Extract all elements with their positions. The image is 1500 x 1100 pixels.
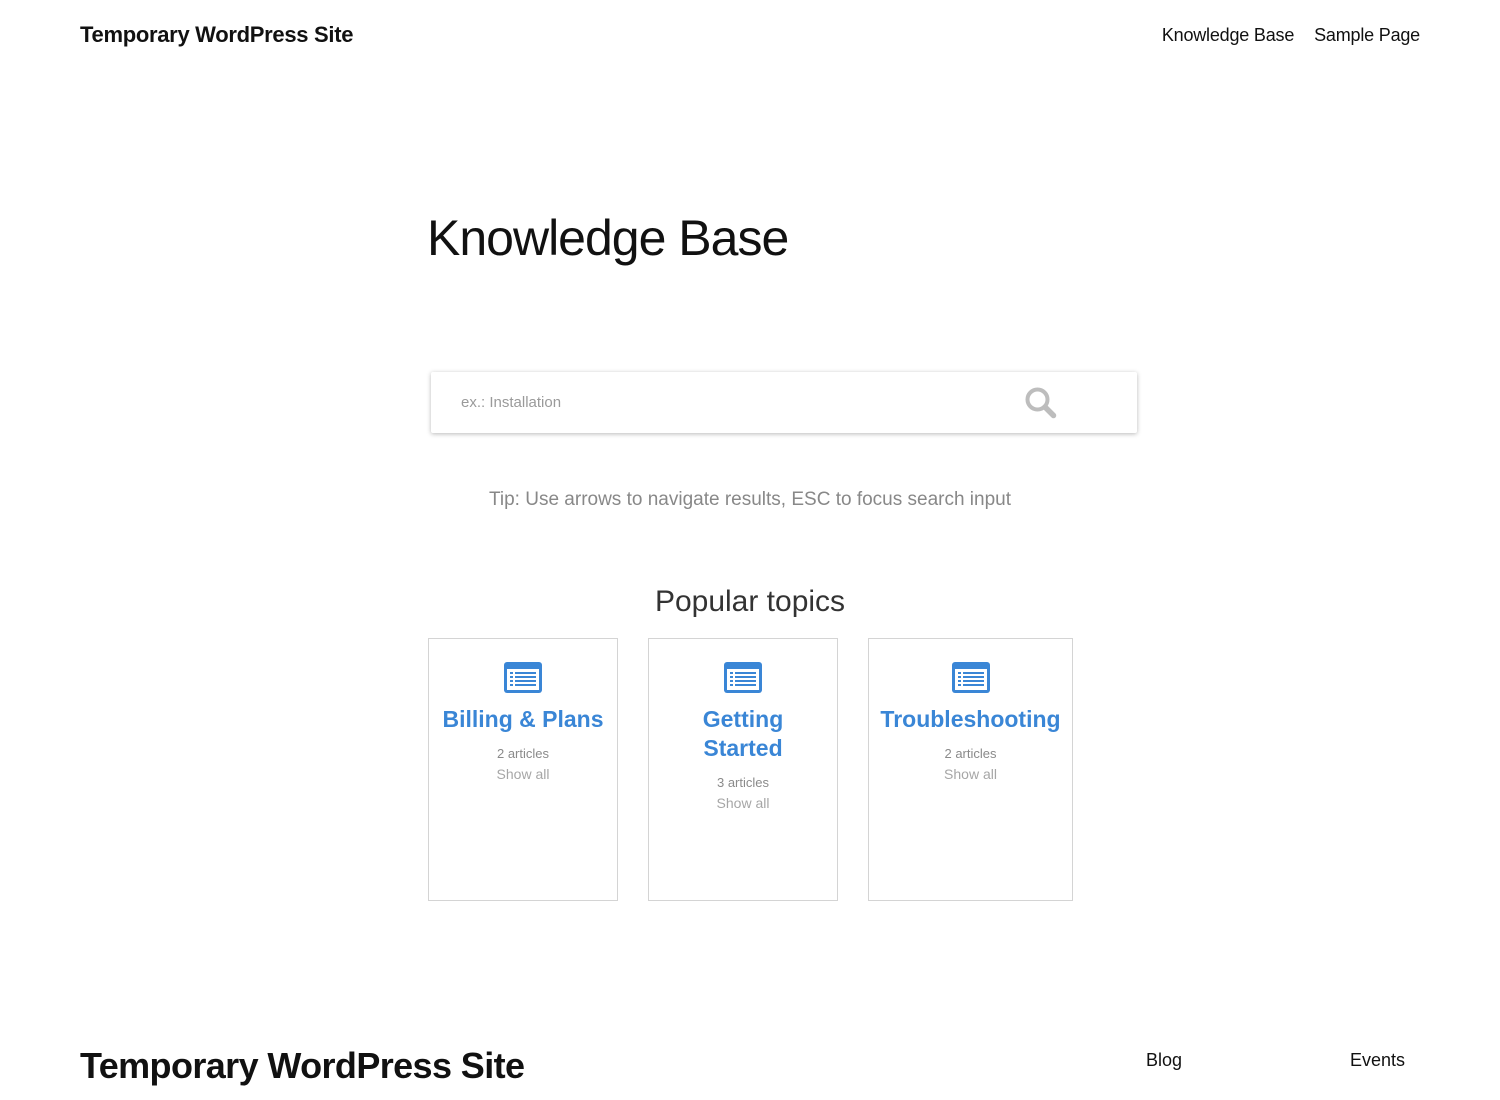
search-tip: Tip: Use arrows to navigate results, ESC… [488, 489, 1012, 510]
footer-link-blog[interactable]: Blog [1146, 1047, 1182, 1073]
document-list-icon [724, 662, 762, 693]
popular-topics-heading: Popular topics [654, 585, 846, 618]
search-box [431, 372, 1137, 433]
topic-card-troubleshooting: Troubleshooting 2 articles Show all [868, 638, 1073, 901]
document-list-icon [504, 662, 542, 693]
topic-title-link[interactable]: Getting Started [693, 705, 793, 763]
article-count: 2 articles [944, 746, 997, 761]
show-all-link[interactable]: Show all [429, 765, 617, 784]
article-count: 2 articles [496, 746, 550, 761]
search-input[interactable] [431, 372, 991, 433]
topic-title-link[interactable]: Troubleshooting [879, 705, 1062, 734]
topic-card-getting-started: Getting Started 3 articles Show all [648, 638, 838, 901]
article-count: 3 articles [716, 775, 770, 790]
show-all-link[interactable]: Show all [869, 765, 1072, 784]
page: Temporary WordPress Site Knowledge Base … [0, 0, 1500, 1100]
document-list-icon [951, 662, 990, 693]
footer-link-events[interactable]: Events [1350, 1047, 1405, 1073]
topic-card-billing: Billing & Plans 2 articles Show all [428, 638, 618, 901]
show-all-link[interactable]: Show all [649, 794, 837, 813]
footer-site-title-link[interactable]: Temporary WordPress Site [80, 1043, 525, 1089]
nav-link-sample-page[interactable]: Sample Page [1314, 20, 1420, 50]
search-button[interactable] [1001, 372, 1081, 433]
site-title-link[interactable]: Temporary WordPress Site [80, 20, 354, 50]
topic-title-link[interactable]: Billing & Plans [439, 705, 607, 734]
page-title: Knowledge Base [427, 210, 789, 266]
search-icon [1025, 387, 1057, 418]
nav-link-knowledge-base[interactable]: Knowledge Base [1162, 20, 1294, 50]
primary-nav: Knowledge Base Sample Page [1162, 20, 1420, 50]
